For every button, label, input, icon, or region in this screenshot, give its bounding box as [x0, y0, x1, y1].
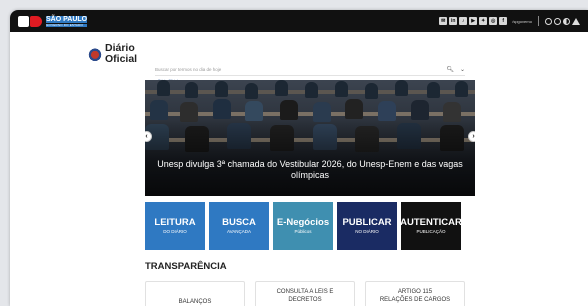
contrast-icon[interactable]	[545, 17, 552, 25]
tile-title: BUSCA	[222, 216, 256, 228]
artigo-115-card[interactable]: ARTIGO 115 RELAÇÕES DE CARGOS	[365, 281, 465, 306]
transparencia-cards: BALANÇOS CONSULTA A LEIS E DECRETOS ARTI…	[145, 281, 465, 306]
carousel-next-button[interactable]: ›	[468, 131, 475, 142]
contrast-icon[interactable]	[554, 17, 561, 25]
browser-viewport: SÃO PAULO GOVERNO DO ESTADO ✉ in ♪ ▶ ✦ ◎…	[10, 10, 588, 306]
government-topbar: SÃO PAULO GOVERNO DO ESTADO ✉ in ♪ ▶ ✦ ◎…	[10, 10, 588, 32]
tiktok-icon[interactable]: ♪	[459, 17, 468, 25]
sao-paulo-logo[interactable]: SÃO PAULO GOVERNO DO ESTADO	[18, 15, 88, 27]
busca-tile[interactable]: BUSCA AVANÇADA	[209, 202, 269, 250]
email-icon[interactable]: ✉	[439, 17, 448, 25]
brand-line1: Diário	[105, 42, 135, 54]
search-icon[interactable]: 🔍︎	[446, 66, 454, 73]
news-carousel[interactable]: Unesp divulga 3ª chamada do Vestibular 2…	[145, 80, 475, 196]
divider	[538, 16, 539, 26]
coat-of-arms-icon	[88, 45, 102, 62]
publicar-tile[interactable]: PUBLICAR NO DIÁRIO	[337, 202, 397, 250]
card-label: CONSULTA A LEIS E	[276, 289, 334, 295]
tile-title: PUBLICAR	[342, 216, 392, 228]
quick-access-tiles: LEITURA DO DIÁRIO BUSCA AVANÇADA E-Negóc…	[145, 202, 462, 250]
tile-subtitle: DO DIÁRIO	[163, 229, 187, 235]
tile-subtitle: PUBLICAÇÃO	[416, 229, 446, 235]
diario-oficial-logo[interactable]: Diário Oficial	[88, 43, 137, 64]
autenticar-tile[interactable]: AUTENTICAR PUBLICAÇÃO	[400, 202, 462, 250]
tile-title: E-Negócios	[276, 216, 330, 228]
linkedin-icon[interactable]: in	[449, 17, 458, 25]
brand-line2: Oficial	[105, 52, 138, 65]
consulta-leis-card[interactable]: CONSULTA A LEIS E DECRETOS	[255, 281, 355, 306]
card-label: DECRETOS	[288, 297, 322, 304]
balancos-card[interactable]: BALANÇOS	[145, 281, 245, 306]
search-bar: 🔍︎ ⌄	[155, 63, 465, 76]
card-label: ARTIGO 115	[397, 289, 433, 295]
leitura-tile[interactable]: LEITURA DO DIÁRIO	[145, 202, 205, 250]
card-label: BALANÇOS	[178, 299, 212, 305]
chevron-down-icon[interactable]: ⌄	[460, 66, 465, 73]
tile-subtitle: NO DIÁRIO	[355, 229, 379, 235]
tile-subtitle: Públicos	[294, 229, 312, 235]
logo-title: SÃO PAULO	[46, 15, 88, 23]
tile-title: AUTENTICAR	[400, 216, 462, 228]
e-negocios-tile[interactable]: E-Negócios Públicos	[273, 202, 333, 250]
carousel-caption[interactable]: Unesp divulga 3ª chamada do Vestibular 2…	[155, 159, 465, 181]
logo-subtitle: GOVERNO DO ESTADO	[46, 23, 88, 27]
search-input[interactable]	[155, 66, 425, 72]
tile-subtitle: AVANÇADA	[226, 229, 252, 235]
transparencia-heading: TRANSPARÊNCIA	[145, 261, 227, 272]
accessibility-controls	[545, 17, 580, 25]
youtube-icon[interactable]: ▶	[469, 17, 478, 25]
card-label: RELAÇÕES DE CARGOS	[379, 297, 451, 304]
twitter-icon[interactable]: ✦	[479, 17, 488, 25]
sp-logo-icon	[18, 15, 42, 27]
tile-title: LEITURA	[154, 216, 196, 228]
instagram-icon[interactable]: ◎	[489, 17, 498, 25]
social-links: ✉ in ♪ ▶ ✦ ◎ f /spgoverno	[439, 17, 532, 25]
social-handle: /spgoverno	[512, 18, 532, 24]
site-header: Diário Oficial 🔍︎ ⌄ ⌂ Diário Oficial	[10, 32, 588, 83]
facebook-icon[interactable]: f	[499, 17, 508, 25]
alert-icon[interactable]	[572, 17, 580, 25]
half-contrast-icon[interactable]	[563, 17, 570, 25]
